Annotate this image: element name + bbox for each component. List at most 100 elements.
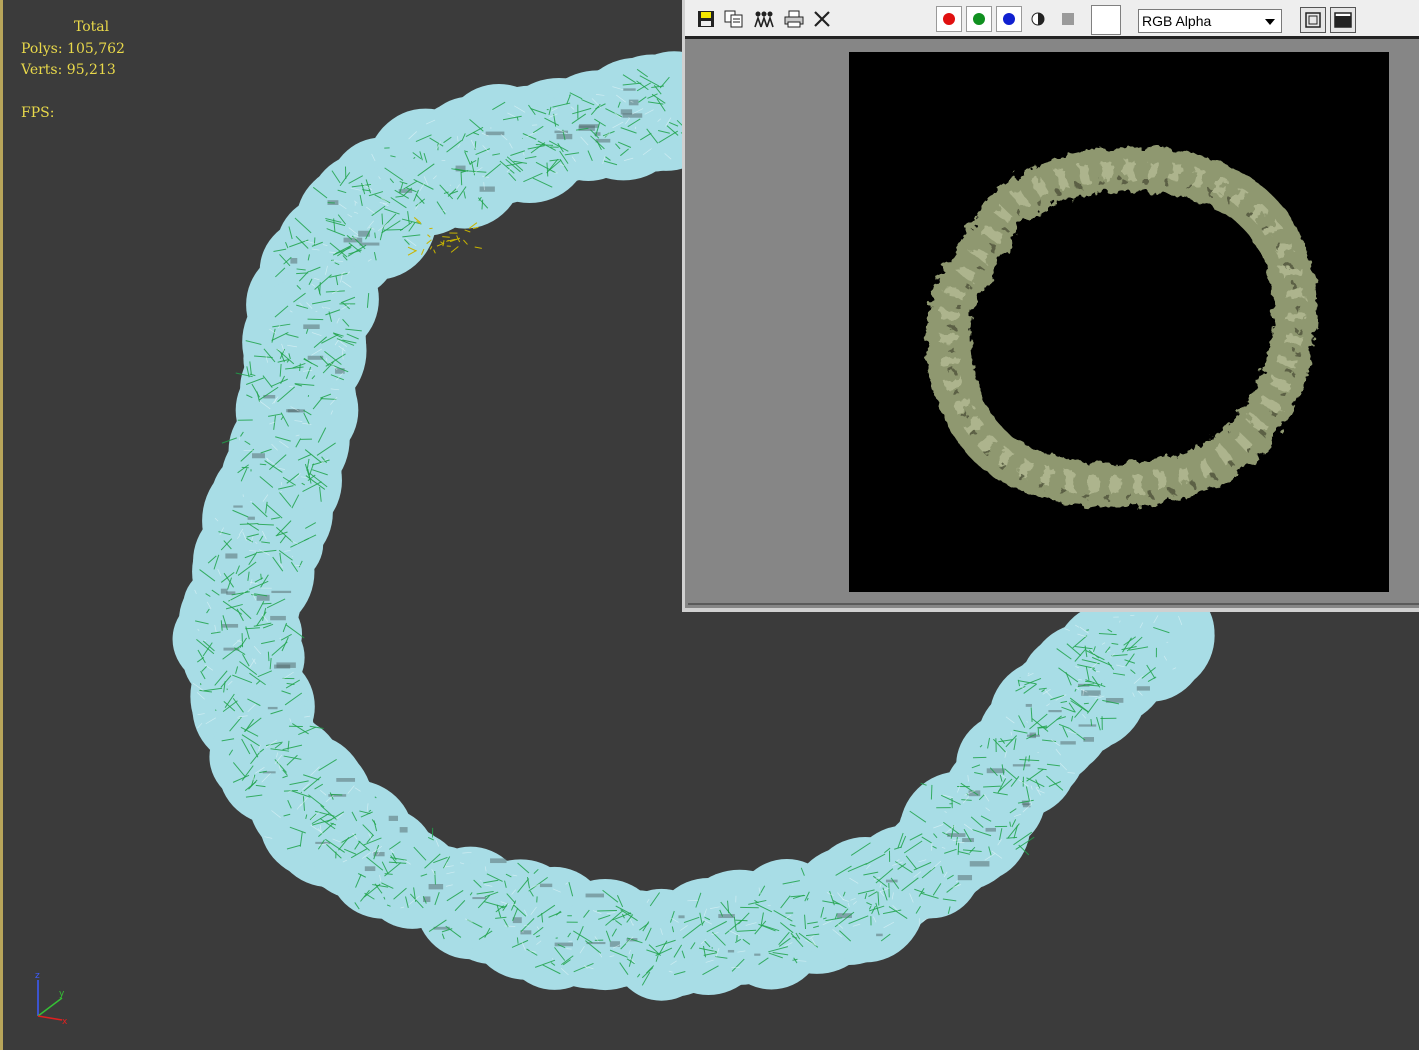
green-channel-toggle[interactable] bbox=[966, 6, 992, 32]
mesh-shadow-speck bbox=[579, 124, 599, 128]
selected-edge bbox=[463, 239, 468, 245]
mesh-shadow-speck bbox=[985, 827, 996, 832]
red-channel-toggle[interactable] bbox=[936, 6, 962, 32]
mesh-shadow-speck bbox=[957, 875, 973, 881]
selected-edge bbox=[442, 236, 450, 238]
mesh-shadow-speck bbox=[986, 768, 1005, 774]
mesh-shadow-speck bbox=[969, 861, 990, 867]
blue-channel-toggle[interactable] bbox=[996, 6, 1022, 32]
mesh-shadow-speck bbox=[539, 883, 553, 888]
mesh-shadow-speck bbox=[727, 949, 735, 953]
mesh-shadow-speck bbox=[585, 893, 604, 898]
wire-edge bbox=[214, 709, 217, 711]
clear-icon[interactable] bbox=[1057, 8, 1079, 30]
mesh-shadow-speck bbox=[479, 186, 495, 192]
blue-dot-icon bbox=[1003, 13, 1015, 25]
fullscreen-view-button[interactable] bbox=[1330, 7, 1356, 33]
mesh-shadow-speck bbox=[968, 790, 981, 797]
polys-label: Polys: bbox=[21, 40, 63, 57]
wire-edge bbox=[300, 791, 303, 794]
wire-edge bbox=[1100, 682, 1103, 685]
mesh-shadow-speck bbox=[271, 590, 292, 594]
print-icon[interactable] bbox=[783, 8, 805, 30]
mesh-shadow-speck bbox=[620, 109, 633, 115]
rendered-image bbox=[849, 52, 1389, 592]
wire-edge bbox=[460, 171, 463, 186]
wire-edge bbox=[449, 184, 452, 186]
mesh-shadow-speck bbox=[290, 257, 298, 264]
wire-edge bbox=[381, 213, 384, 225]
mesh-shadow-speck bbox=[1025, 703, 1032, 707]
display-channel-value: RGB Alpha bbox=[1142, 13, 1212, 29]
wire-edge bbox=[257, 523, 274, 526]
window-maximize-icon bbox=[1334, 12, 1352, 28]
wire-edge bbox=[307, 318, 324, 321]
close-icon[interactable] bbox=[811, 8, 833, 30]
save-icon[interactable] bbox=[695, 8, 717, 30]
mesh-shadow-speck bbox=[225, 553, 238, 559]
viewport-statistics: Total Polys: 105,762 Verts: 95,213 FPS: bbox=[21, 17, 125, 124]
stats-verts: Verts: 95,213 bbox=[21, 60, 125, 82]
restore-view-button[interactable] bbox=[1300, 7, 1326, 33]
mesh-shadow-speck bbox=[1012, 764, 1031, 767]
selected-edge bbox=[464, 229, 471, 233]
fps-label: FPS: bbox=[21, 104, 55, 121]
wire-edge bbox=[930, 784, 933, 800]
display-channel-select[interactable]: RGB Alpha bbox=[1138, 9, 1282, 33]
mesh-shadow-speck bbox=[609, 941, 620, 947]
mesh-shadow-speck bbox=[220, 588, 228, 594]
mesh-shadow-speck bbox=[221, 623, 239, 628]
mesh-shadow-speck bbox=[233, 505, 243, 508]
selected-edge bbox=[433, 249, 436, 254]
window-restore-icon bbox=[1305, 12, 1321, 28]
wire-edge bbox=[262, 602, 272, 605]
render-toolbar: RGB Alpha bbox=[685, 0, 1419, 39]
selected-edge bbox=[474, 246, 482, 249]
mesh-shadow-speck bbox=[388, 815, 398, 821]
rendered-rock-ring bbox=[926, 147, 1318, 508]
mesh-shadow-speck bbox=[267, 706, 278, 710]
mesh-shadow-speck bbox=[947, 833, 966, 837]
selected-edge bbox=[429, 246, 433, 250]
mesh-shadow-speck bbox=[1083, 737, 1094, 742]
stats-total-label: Total bbox=[74, 19, 110, 35]
color-swatch[interactable] bbox=[1091, 5, 1121, 35]
chevron-down-icon bbox=[1265, 19, 1275, 25]
selected-edge bbox=[450, 246, 459, 253]
wire-edge bbox=[330, 793, 343, 796]
wire-edge bbox=[291, 555, 293, 557]
rendered-frame-window[interactable]: RGB Alpha bbox=[682, 0, 1419, 612]
axis-x-label: x bbox=[62, 1017, 68, 1027]
mesh-shadow-speck bbox=[1136, 686, 1150, 691]
wire-edge bbox=[957, 842, 960, 855]
channel-all-icon[interactable] bbox=[753, 8, 775, 30]
wire-edge bbox=[267, 651, 270, 662]
mesh-shadow-speck bbox=[247, 516, 255, 520]
axis-y-label: y bbox=[59, 989, 65, 999]
clone-icon[interactable] bbox=[723, 8, 745, 30]
wire-edge bbox=[1083, 702, 1089, 705]
mesh-shadow-speck bbox=[336, 777, 356, 782]
mesh-shadow-speck bbox=[628, 99, 639, 106]
mesh-shadow-speck bbox=[364, 866, 376, 872]
mesh-shadow-speck bbox=[343, 237, 363, 243]
wire-edge bbox=[374, 232, 376, 239]
mesh-shadow-speck bbox=[554, 942, 573, 947]
red-dot-icon bbox=[943, 13, 955, 25]
mesh-shadow-speck bbox=[678, 915, 685, 919]
wire-edge bbox=[259, 463, 267, 466]
mesh-shadow-speck bbox=[876, 933, 883, 937]
polys-value: 105,762 bbox=[67, 40, 125, 57]
mesh-shadow-speck bbox=[1078, 724, 1097, 727]
monochrome-icon[interactable] bbox=[1027, 8, 1049, 30]
mesh-shadow-speck bbox=[885, 879, 898, 883]
mesh-shadow-speck bbox=[754, 953, 761, 956]
selected-edge bbox=[442, 240, 445, 247]
verts-value: 95,213 bbox=[66, 62, 116, 78]
mesh-shadow-speck bbox=[1081, 690, 1101, 696]
axis-z-label: z bbox=[35, 971, 40, 981]
mesh-shadow-speck bbox=[1048, 710, 1062, 713]
mesh-shadow-speck bbox=[252, 453, 265, 459]
mesh-shadow-speck bbox=[490, 858, 507, 864]
mesh-shadow-speck bbox=[962, 838, 974, 843]
